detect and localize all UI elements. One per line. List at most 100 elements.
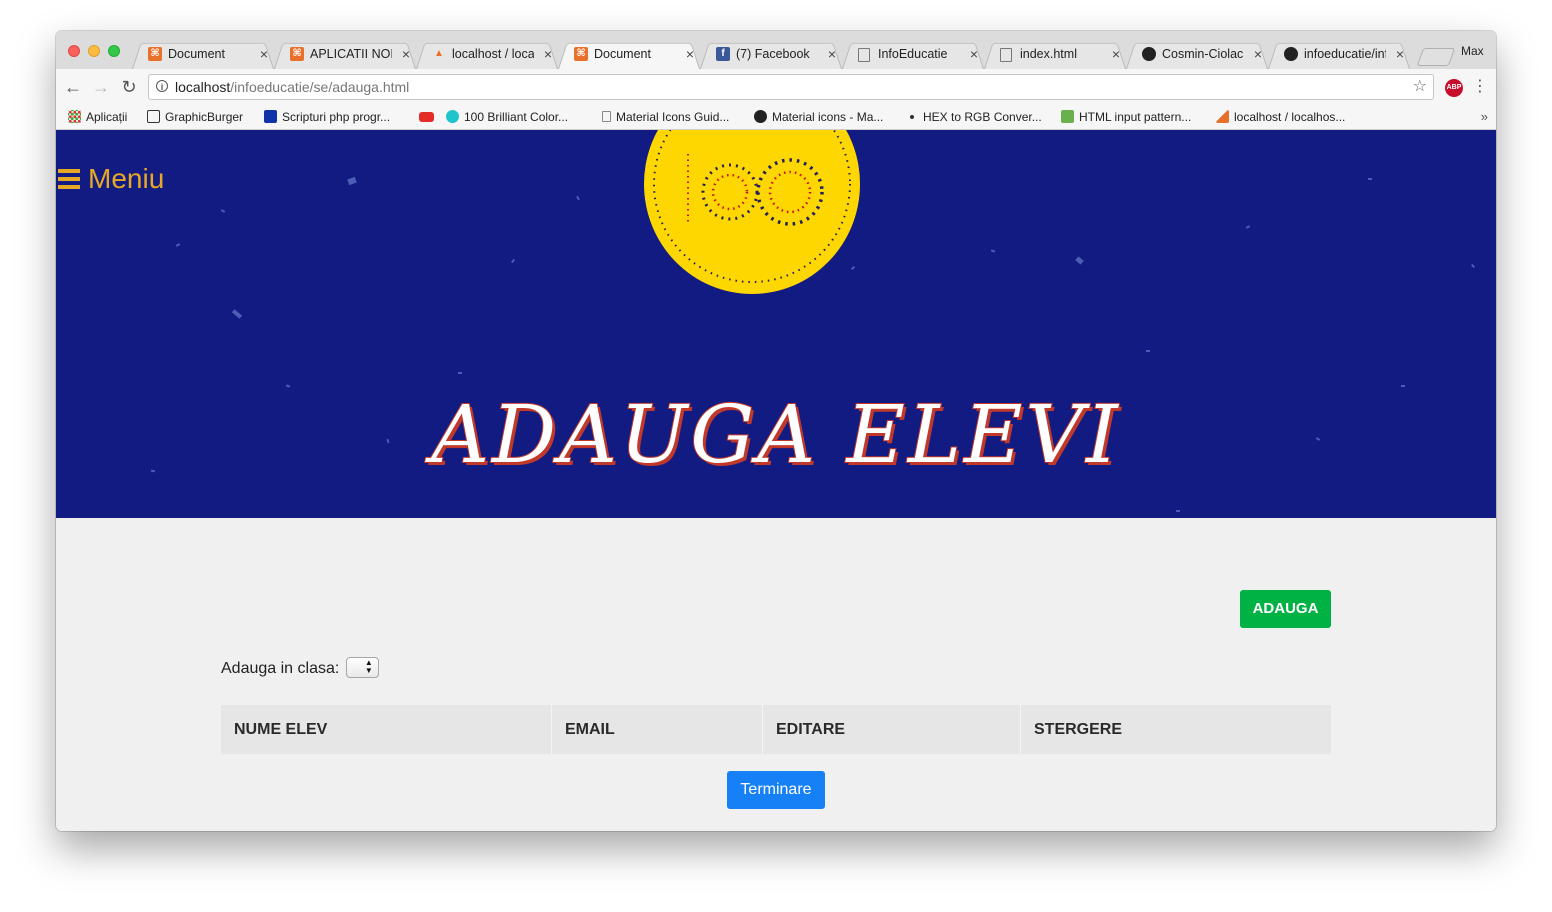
address-url: localhost/infoeducatie/se/adauga.html <box>175 75 409 99</box>
close-icon[interactable]: × <box>402 39 410 69</box>
info-icon[interactable]: i <box>156 80 168 92</box>
class-select-label: Adauga in clasa: <box>221 660 340 677</box>
confetti-speck <box>1075 256 1084 265</box>
close-icon[interactable]: × <box>260 39 268 69</box>
confetti-speck <box>347 176 357 186</box>
tab-title: infoeducatie/inf <box>1304 47 1386 61</box>
facebook-icon: f <box>716 47 730 61</box>
hamburger-icon <box>58 169 80 189</box>
bookmark-label: 100 Brilliant Color... <box>464 110 569 124</box>
bookmark-item[interactable]: Material icons - Ma... <box>754 106 883 128</box>
chevron-up-down-icon: ▲ ▼ <box>364 658 373 676</box>
bookmark-item[interactable]: Material Icons Guid... <box>602 106 729 128</box>
dot-icon <box>910 114 914 119</box>
browser-window: ⌘ Document × ⌘ APLICATII NOI × ▲ localho… <box>56 31 1496 831</box>
phpmyadmin-icon <box>1216 110 1229 124</box>
bookmark-star-icon[interactable]: ☆ <box>1413 75 1427 99</box>
window-minimize-button[interactable] <box>88 45 100 57</box>
browser-tab[interactable]: infoeducatie/inf × <box>1268 39 1410 69</box>
column-header-delete: STERGERE <box>1020 705 1331 754</box>
svg-text:100: 100 <box>752 283 754 285</box>
graphicburger-icon <box>147 110 160 124</box>
github-icon <box>754 110 767 124</box>
close-icon[interactable]: × <box>544 39 552 69</box>
url-path: /infoeducatie/se/adauga.html <box>230 79 410 95</box>
browser-tab[interactable]: index.html × <box>984 39 1126 69</box>
window-maximize-button[interactable] <box>108 45 120 57</box>
bookmark-item[interactable]: GraphicBurger <box>147 106 243 128</box>
students-table-header: NUME ELEV EMAIL EDITARE STERGERE <box>221 705 1331 754</box>
bookmark-item[interactable]: Aplicații <box>68 106 127 128</box>
bookmark-label: Material Icons Guid... <box>616 110 730 124</box>
bookmark-item[interactable]: HEX to RGB Conver... <box>910 106 1042 128</box>
menu-toggle[interactable]: Meniu <box>58 162 164 196</box>
browser-tab[interactable]: ⌘ Document × <box>132 39 274 69</box>
close-icon[interactable]: × <box>970 39 978 69</box>
confetti-speck <box>1176 510 1180 512</box>
confetti-speck <box>220 209 226 213</box>
tab-title: Cosmin-Ciolacu <box>1162 47 1244 61</box>
add-button[interactable]: ADAUGA <box>1240 590 1331 628</box>
confetti-speck <box>1368 178 1372 180</box>
column-header-email: EMAIL <box>551 705 762 754</box>
browser-tab[interactable]: ⌘ APLICATII NOI × <box>274 39 416 69</box>
bookmark-label: localhost / localhos... <box>1234 110 1346 124</box>
document-icon <box>1000 48 1012 62</box>
confetti-speck <box>175 243 181 247</box>
document-icon <box>602 111 611 123</box>
tab-title: localhost / local <box>452 47 534 61</box>
bookmark-label: Scripturi php progr... <box>282 110 391 124</box>
browser-tab[interactable]: f (7) Facebook × <box>700 39 842 69</box>
class-select-row: Adauga in clasa: ▲ ▼ <box>221 657 379 680</box>
more-options-icon[interactable]: ⋮ <box>1472 76 1488 96</box>
mp-icon <box>264 110 277 124</box>
browser-tab-active[interactable]: ⌘ Document × <box>558 39 700 69</box>
confetti-speck <box>458 372 462 374</box>
window-close-button[interactable] <box>68 45 80 57</box>
reload-icon[interactable]: ↻ <box>117 75 141 99</box>
bookmarks-bar: Aplicații GraphicBurger Scripturi php pr… <box>56 106 1496 130</box>
page-title: ADAUGA ELEVI <box>430 387 1121 482</box>
chevron-double-right-icon[interactable]: » <box>1481 106 1488 128</box>
close-icon[interactable]: × <box>686 39 694 69</box>
browser-tab[interactable]: InfoEducatie × <box>842 39 984 69</box>
xampp-icon: ⌘ <box>148 47 162 61</box>
close-icon[interactable]: × <box>1254 39 1262 69</box>
profile-label[interactable]: Max <box>1461 44 1484 58</box>
tab-title: index.html <box>1020 47 1077 61</box>
adblock-plus-icon[interactable]: ABP <box>1445 79 1463 97</box>
tab-title: Document <box>594 47 651 61</box>
address-bar[interactable]: i localhost/infoeducatie/se/adauga.html … <box>148 74 1434 100</box>
bookmark-label: GraphicBurger <box>165 110 244 124</box>
page-content: Meniu 100 ADAUGA ELEVI ADAUGA Adauga in … <box>56 130 1496 831</box>
column-header-name: NUME ELEV <box>234 721 328 738</box>
bookmark-item[interactable]: Scripturi php progr... <box>264 106 390 128</box>
url-host: localhost <box>175 79 231 95</box>
browser-tab[interactable]: ▲ localhost / local × <box>416 39 558 69</box>
close-icon[interactable]: × <box>1112 39 1120 69</box>
bookmark-item[interactable]: localhost / localhos... <box>1216 106 1345 128</box>
browser-tab[interactable]: Cosmin-Ciolacu × <box>1126 39 1268 69</box>
centenary-logo: 100 <box>644 130 860 294</box>
xampp-icon: ⌘ <box>290 47 304 61</box>
tab-title: (7) Facebook <box>736 47 810 61</box>
bookmark-item[interactable]: 100 Brilliant Color... <box>446 106 568 128</box>
close-icon[interactable]: × <box>828 39 836 69</box>
new-tab-button[interactable] <box>1416 48 1456 66</box>
github-icon <box>1142 47 1156 61</box>
bookmark-item[interactable] <box>419 106 439 128</box>
confetti-speck <box>510 258 516 264</box>
browser-toolbar: ← → ↻ i localhost/infoeducatie/se/adauga… <box>56 69 1496 106</box>
bookmark-item[interactable]: HTML input pattern... <box>1061 106 1191 128</box>
forward-arrow-icon[interactable]: → <box>89 75 113 99</box>
apps-grid-icon <box>68 110 81 124</box>
confetti-speck <box>576 195 580 201</box>
close-icon[interactable]: × <box>1396 39 1404 69</box>
class-select[interactable]: ▲ ▼ <box>345 657 379 679</box>
github-icon <box>1284 47 1298 61</box>
tab-title: Document <box>168 47 225 61</box>
canva-icon <box>446 110 459 124</box>
back-arrow-icon[interactable]: ← <box>61 75 85 99</box>
finish-button[interactable]: Terminare <box>727 771 825 809</box>
bookmark-label: Material icons - Ma... <box>772 110 884 124</box>
